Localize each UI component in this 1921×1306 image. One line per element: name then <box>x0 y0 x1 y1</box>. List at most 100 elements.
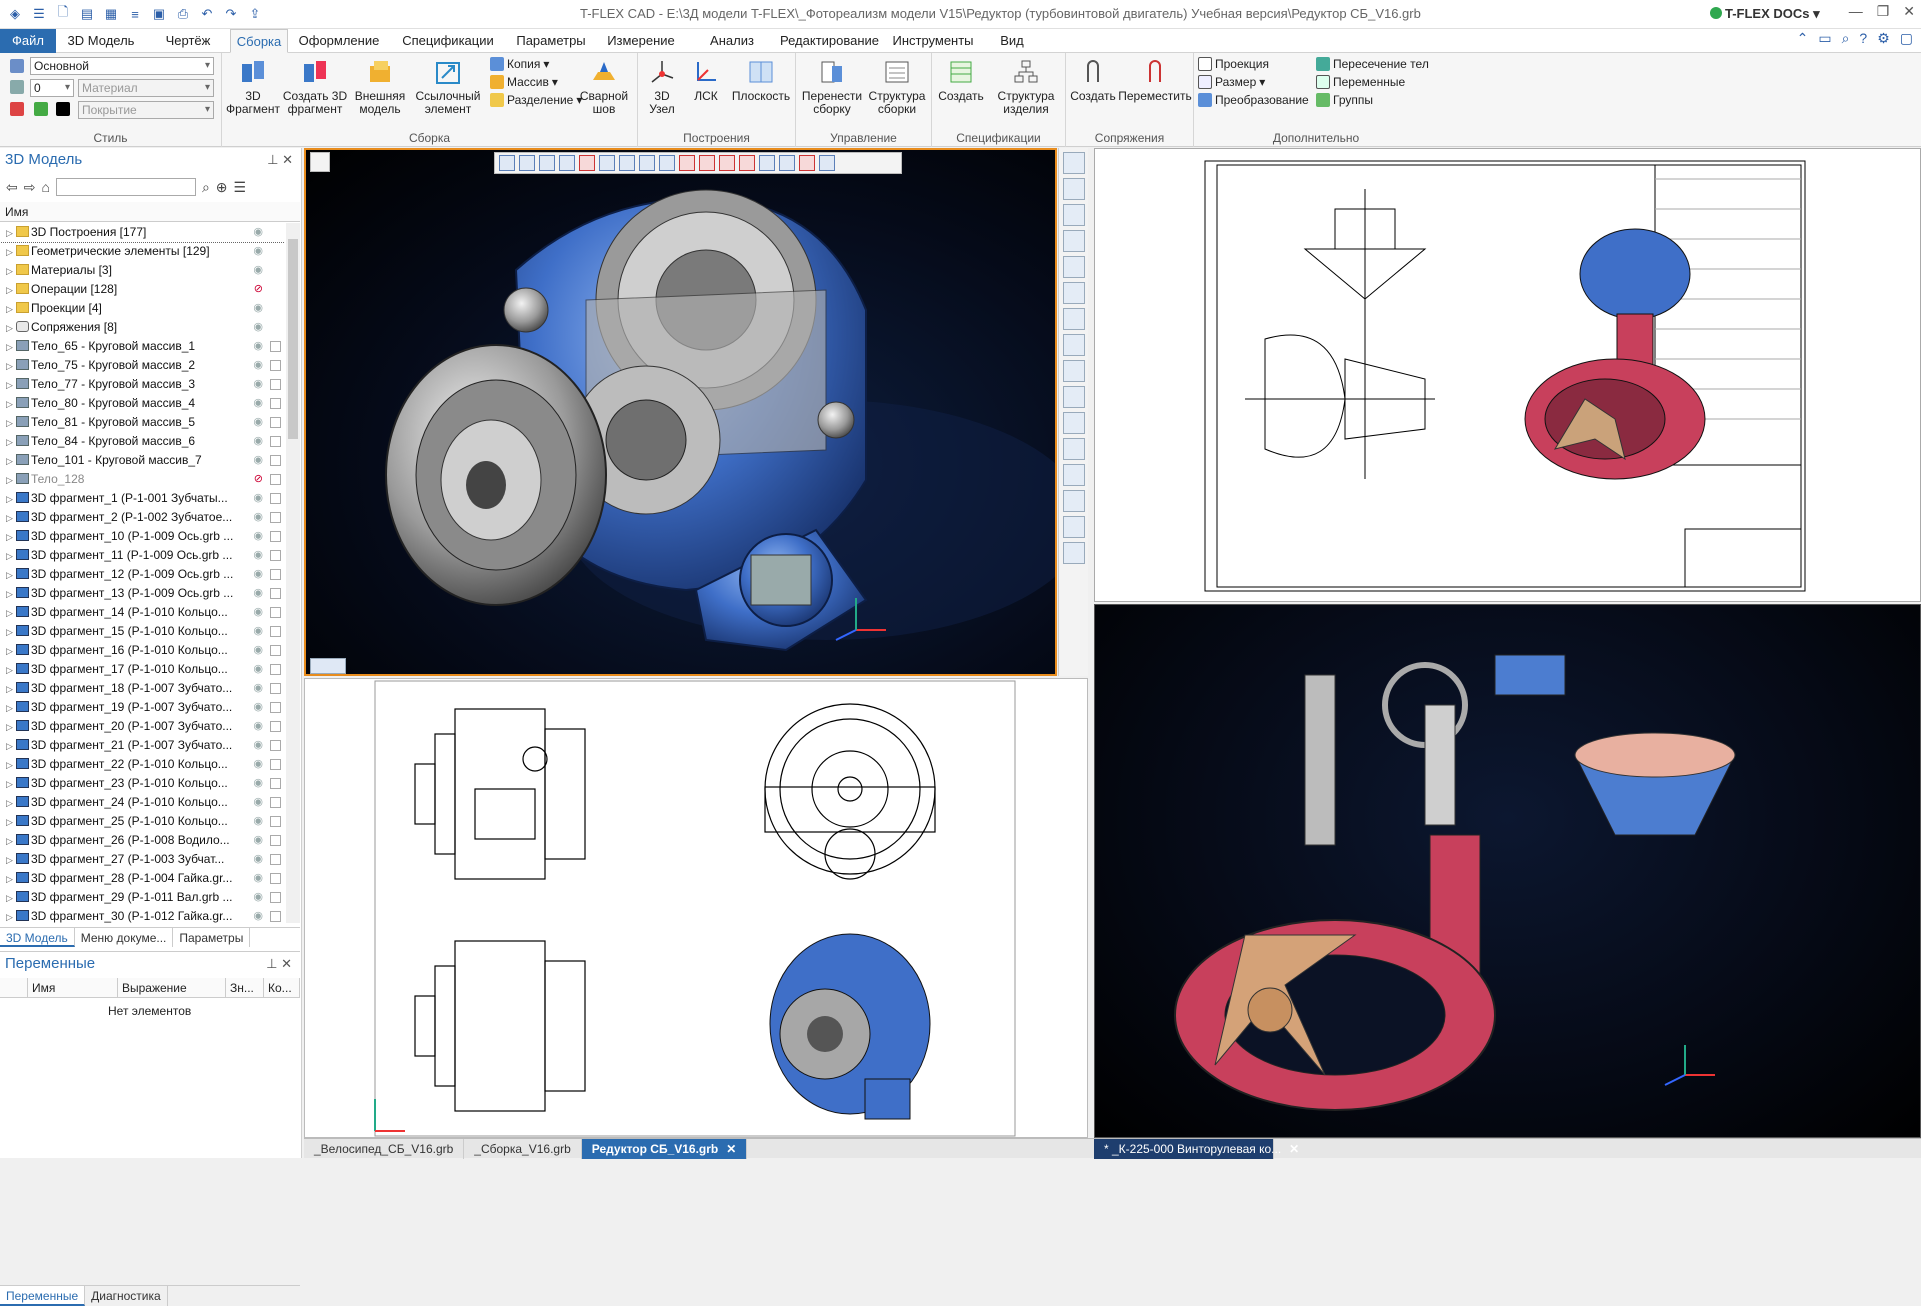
copy-state-icon[interactable] <box>270 493 281 504</box>
menu-icon[interactable]: ☰ <box>28 3 50 25</box>
expand-icon[interactable]: ▷ <box>6 433 16 452</box>
help-icon[interactable]: ? <box>1859 30 1867 47</box>
expand-icon[interactable]: ▷ <box>6 395 16 414</box>
material-color-icon[interactable] <box>34 102 48 116</box>
expand-icon[interactable]: ▷ <box>6 680 16 699</box>
tree-filter-input[interactable] <box>55 178 196 196</box>
close-tab-icon[interactable]: ✕ <box>1289 1142 1299 1156</box>
transform-button[interactable]: Преобразование <box>1198 93 1309 107</box>
tree-item[interactable]: ▷ 3D фрагмент_23 (Р-1-010 Кольцо... ◉ <box>0 774 285 793</box>
expand-icon[interactable]: ▷ <box>6 794 16 813</box>
open-icon[interactable]: ▤ <box>76 3 98 25</box>
visibility-icon[interactable]: ◉ <box>253 299 263 318</box>
tree-item[interactable]: ▷ 3D фрагмент_26 (Р-1-008 Водило... ◉ <box>0 831 285 850</box>
tree-item[interactable]: ▷ Тело_128 ⊘ <box>0 470 285 489</box>
expand-icon[interactable]: ▷ <box>6 775 16 794</box>
tree-item[interactable]: ▷ Тело_101 - Круговой массив_7 ◉ <box>0 451 285 470</box>
tree-item[interactable]: ▷ Тело_84 - Круговой массив_6 ◉ <box>0 432 285 451</box>
menu-tab[interactable]: Вид <box>990 29 1034 53</box>
visibility-icon[interactable]: ◉ <box>253 356 263 375</box>
visibility-icon[interactable]: ◉ <box>253 622 263 641</box>
tree-item[interactable]: ▷ Материалы [3] ◉ <box>0 261 285 280</box>
panel-tab[interactable]: Меню докуме... <box>75 928 174 947</box>
assembly-structure-button[interactable]: Структура сборки <box>866 57 928 116</box>
app-logo-icon[interactable]: ◈ <box>4 3 26 25</box>
target-icon[interactable]: ⊕ <box>216 179 228 196</box>
visibility-icon[interactable]: ◉ <box>253 223 263 242</box>
render-icon[interactable] <box>1063 516 1085 538</box>
visibility-icon[interactable]: ◉ <box>253 565 263 584</box>
copy-state-icon[interactable] <box>270 417 281 428</box>
copy-state-icon[interactable] <box>270 911 281 922</box>
visibility-icon[interactable]: ◉ <box>253 660 263 679</box>
list-icon[interactable]: ≡ <box>124 3 146 25</box>
window-icon[interactable]: ▢ <box>1900 30 1913 47</box>
menu-tab[interactable]: Редактирование <box>780 29 879 53</box>
copy-state-icon[interactable] <box>270 550 281 561</box>
tree-item[interactable]: ▷ 3D фрагмент_27 (Р-1-003 Зубчат... ◉ <box>0 850 285 869</box>
back-icon[interactable]: ⇦ <box>6 179 18 196</box>
expand-icon[interactable]: ▷ <box>6 585 16 604</box>
intersect-button[interactable]: Пересечение тел <box>1316 57 1429 71</box>
external-model-button[interactable]: Внешняя модель <box>350 57 410 116</box>
color-picker-icon[interactable] <box>10 102 24 116</box>
tree-item[interactable]: ▷ 3D Построения [177] ◉ <box>0 223 285 243</box>
ref-element-button[interactable]: Ссылочный элемент <box>412 57 484 116</box>
panel-tab[interactable]: 3D Модель <box>0 928 75 947</box>
visibility-icon[interactable]: ◉ <box>253 774 263 793</box>
visibility-icon[interactable]: ⊘ <box>254 280 263 299</box>
menu-tab[interactable]: Измерение <box>598 29 684 53</box>
menu-tab[interactable]: Сборка <box>230 29 288 53</box>
visibility-icon[interactable]: ◉ <box>253 755 263 774</box>
expand-icon[interactable]: ▷ <box>6 908 16 923</box>
new-file-icon[interactable]: 🗋 <box>52 3 74 25</box>
document-tab[interactable]: Редуктор СБ_V16.grb ✕ <box>581 1139 748 1159</box>
tree-item[interactable]: ▷ 3D фрагмент_18 (Р-1-007 Зубчато... ◉ <box>0 679 285 698</box>
minimize-icon[interactable]: — <box>1849 3 1863 20</box>
expand-icon[interactable]: ▷ <box>6 224 16 243</box>
move-assembly-button[interactable]: Перенести сборку <box>800 57 864 116</box>
view-mode-icon[interactable] <box>1063 152 1085 174</box>
zoom-out-icon[interactable] <box>1063 256 1085 278</box>
redo-icon[interactable]: ↷ <box>220 3 242 25</box>
material-combo[interactable]: Материал <box>78 79 214 97</box>
expand-icon[interactable]: ▷ <box>6 851 16 870</box>
expand-icon[interactable]: ▷ <box>6 870 16 889</box>
panel-tab[interactable]: Параметры <box>173 928 251 947</box>
visibility-icon[interactable]: ◉ <box>253 375 263 394</box>
tree-item[interactable]: ▷ 3D фрагмент_1 (Р-1-001 Зубчаты... ◉ <box>0 489 285 508</box>
viewport-exploded-3d[interactable] <box>1094 604 1921 1138</box>
mate-create-button[interactable]: Создать <box>1068 57 1118 103</box>
copy-state-icon[interactable] <box>270 664 281 675</box>
menu-tab[interactable]: Параметры <box>508 29 594 53</box>
expand-icon[interactable]: ▷ <box>6 718 16 737</box>
cube-view-icon[interactable] <box>1063 438 1085 460</box>
tree-item[interactable]: ▷ Тело_77 - Круговой массив_3 ◉ <box>0 375 285 394</box>
expand-icon[interactable]: ▷ <box>6 623 16 642</box>
copy-state-icon[interactable] <box>270 379 281 390</box>
document-tab-right[interactable]: * _К-225-000 Винторулевая ко... ✕ <box>1094 1139 1299 1159</box>
visibility-icon[interactable]: ◉ <box>253 850 263 869</box>
visibility-icon[interactable]: ◉ <box>253 831 263 850</box>
expand-icon[interactable]: ▷ <box>6 509 16 528</box>
projection-button[interactable]: Проекция <box>1198 57 1269 71</box>
expand-icon[interactable]: ▷ <box>6 737 16 756</box>
tree-item[interactable]: ▷ 3D фрагмент_11 (Р-1-009 Ось.grb ... ◉ <box>0 546 285 565</box>
visibility-icon[interactable]: ◉ <box>253 527 263 546</box>
menu-tab[interactable]: Файл <box>0 29 56 53</box>
copy-state-icon[interactable] <box>270 835 281 846</box>
copy-state-icon[interactable] <box>270 721 281 732</box>
fragment-3d-button[interactable]: 3D Фрагмент <box>226 57 280 116</box>
tree-item[interactable]: ▷ 3D фрагмент_16 (Р-1-010 Кольцо... ◉ <box>0 641 285 660</box>
glasses2-icon[interactable] <box>1063 308 1085 330</box>
tree-item[interactable]: ▷ Геометрические элементы [129] ◉ <box>0 242 285 261</box>
material-view-icon[interactable] <box>1063 542 1085 564</box>
lcs-button[interactable]: ЛСК <box>686 57 726 103</box>
dimension-button[interactable]: Размер ▾ <box>1198 75 1265 89</box>
level-combo[interactable]: 0 <box>30 79 74 97</box>
spec-create-button[interactable]: Создать <box>936 57 986 103</box>
restore-icon[interactable]: ❐ <box>1877 3 1890 20</box>
plane-button[interactable]: Плоскость <box>730 57 792 103</box>
expand-icon[interactable]: ▷ <box>6 566 16 585</box>
visibility-icon[interactable]: ◉ <box>253 717 263 736</box>
